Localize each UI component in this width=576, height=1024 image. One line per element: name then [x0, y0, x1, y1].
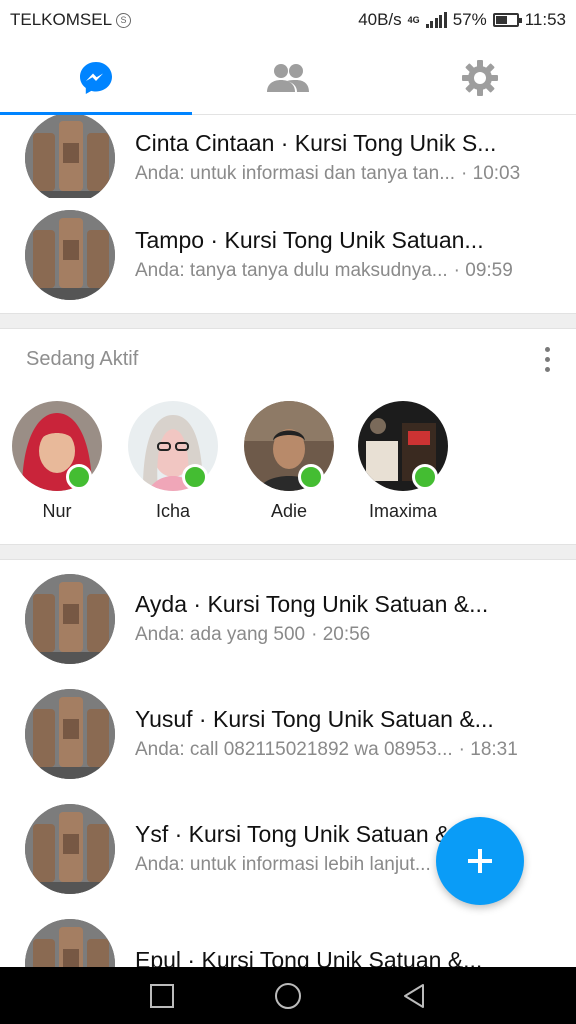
tab-messages-overlay[interactable]	[0, 40, 192, 115]
tab-bar-overlay	[0, 40, 576, 115]
people-icon	[267, 63, 309, 92]
online-indicator	[182, 464, 208, 490]
carrier-badge-icon: S	[116, 12, 132, 28]
new-message-button[interactable]	[436, 817, 524, 905]
avatar	[25, 209, 115, 300]
message-time: · 18:31	[458, 739, 518, 760]
active-person[interactable]: Nur	[2, 401, 112, 522]
product-avatar-icon	[25, 115, 115, 198]
tab-settings-overlay[interactable]	[384, 40, 576, 115]
status-bar: TELKOMSEL S 40B/s 4G 57% 11:53	[0, 0, 576, 40]
carrier: TELKOMSEL S	[10, 10, 132, 30]
conversation-title: Ayda · Kursi Tong Unik Satuan &...	[135, 591, 489, 617]
plus-icon	[468, 849, 492, 873]
online-indicator	[412, 464, 438, 490]
active-now-section: Sedang Aktif Nur Icha Adie Imaxima	[0, 329, 576, 544]
message-time: · 20:56	[311, 624, 371, 645]
avatar	[25, 573, 115, 664]
conversation-row[interactable]: Tampo · Kursi Tong Unik Satuan... Anda: …	[0, 197, 576, 312]
section-divider	[0, 544, 576, 560]
battery-fill	[495, 16, 508, 24]
person-name: Imaxima	[368, 501, 437, 521]
active-person[interactable]: Icha	[118, 401, 228, 522]
network-type: 4G	[407, 14, 420, 25]
active-person[interactable]: Imaxima	[348, 401, 458, 522]
message-snippet: Anda: untuk informasi lebih lanjut...	[135, 854, 431, 875]
recents-icon[interactable]	[149, 983, 175, 1009]
message-snippet: Anda: untuk informasi dan tanya tan...	[135, 163, 456, 184]
product-avatar-icon	[25, 803, 115, 894]
more-options-icon[interactable]	[545, 347, 550, 372]
avatar	[25, 115, 115, 198]
message-time: · 10:03	[461, 163, 521, 184]
message-time: · 09:59	[453, 260, 513, 281]
conversation-title: Cinta Cintaan · Kursi Tong Unik S...	[135, 130, 497, 156]
network-speed: 40B/s	[358, 10, 402, 29]
person-name: Adie	[270, 501, 308, 521]
section-divider	[0, 313, 576, 329]
avatar	[25, 803, 115, 894]
system-nav-bar	[0, 967, 576, 1024]
signal-icon	[425, 12, 447, 28]
back-icon[interactable]	[401, 983, 427, 1009]
conversation-title: Tampo · Kursi Tong Unik Satuan...	[135, 227, 484, 253]
active-people-row: Nur Icha Adie Imaxima	[0, 401, 576, 531]
clock: 11:53	[524, 10, 566, 29]
online-indicator	[298, 464, 324, 490]
conversation-text: Tampo · Kursi Tong Unik Satuan... Anda: …	[135, 227, 576, 282]
conversation-row-visible[interactable]: Cinta Cintaan · Kursi Tong Unik S... And…	[0, 115, 576, 198]
conversation-title: Yusuf · Kursi Tong Unik Satuan &...	[135, 706, 494, 732]
product-avatar-icon	[25, 688, 115, 779]
active-now-header: Sedang Aktif	[26, 347, 139, 370]
conversation-row[interactable]: Ayda · Kursi Tong Unik Satuan &... Anda:…	[0, 561, 576, 676]
conversation-row[interactable]: Yusuf · Kursi Tong Unik Satuan &... Anda…	[0, 676, 576, 791]
message-snippet: Anda: ada yang 500	[135, 624, 306, 645]
conversation-text: Yusuf · Kursi Tong Unik Satuan &... Anda…	[135, 706, 576, 761]
conversation-text: Cinta Cintaan · Kursi Tong Unik S... And…	[135, 130, 576, 185]
network-type-label: 4G	[407, 14, 420, 25]
online-indicator	[66, 464, 92, 490]
chat-bubble-icon	[80, 61, 112, 94]
first-row-clip: Cinta Cintaan · Kursi Tong Unik S... And…	[0, 115, 576, 198]
conversation-preview: Anda: ada yang 500 · 20:56	[135, 624, 576, 646]
carrier-name: TELKOMSEL	[10, 10, 113, 29]
battery-percent: 57%	[452, 10, 487, 29]
conversation-preview: Anda: call 082115021892 wa 08953... · 18…	[135, 739, 576, 761]
conversation-preview: Anda: untuk informasi dan tanya tan... ·…	[135, 163, 576, 185]
avatar	[25, 688, 115, 779]
message-snippet: Anda: call 082115021892 wa 08953...	[135, 739, 453, 760]
person-name: Icha	[155, 501, 191, 521]
conversation-preview: Anda: tanya tanya dulu maksudnya... · 09…	[135, 260, 576, 282]
tab-people-overlay[interactable]	[192, 40, 384, 115]
battery-icon	[492, 13, 522, 27]
product-avatar-icon	[25, 573, 115, 664]
conversation-text: Ayda · Kursi Tong Unik Satuan &... Anda:…	[135, 591, 576, 646]
status-right: 40B/s 4G 57% 11:53	[358, 10, 566, 30]
message-snippet: Anda: tanya tanya dulu maksudnya...	[135, 260, 448, 281]
active-person[interactable]: Adie	[234, 401, 344, 522]
gear-icon	[462, 59, 498, 96]
person-name: Nur	[42, 501, 72, 521]
product-avatar-icon	[25, 209, 115, 300]
home-icon[interactable]	[274, 982, 302, 1010]
